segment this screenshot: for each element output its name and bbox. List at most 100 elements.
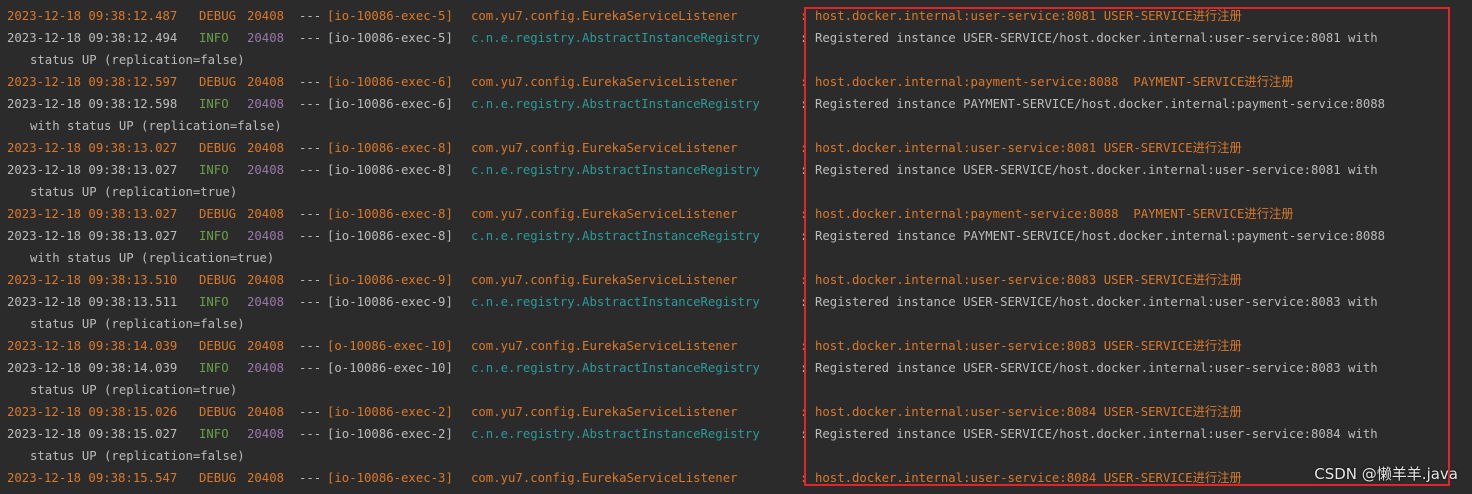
log-logger: com.yu7.config.EurekaServiceListener — [471, 207, 738, 221]
log-separator: --- — [299, 97, 322, 111]
log-separator: --- — [299, 273, 322, 287]
log-pid: 20408 — [247, 427, 285, 441]
log-colon: : — [800, 361, 808, 375]
log-message: host.docker.internal:user-service:8081 U… — [815, 9, 1242, 23]
log-timestamp: 2023-12-18 09:38:13.510 — [7, 273, 178, 287]
log-message: with status UP (replication=true) — [30, 251, 275, 265]
log-separator: --- — [299, 229, 322, 243]
log-message: host.docker.internal:user-service:8084 U… — [815, 405, 1242, 419]
log-separator: --- — [299, 471, 322, 485]
log-logger: c.n.e.registry.AbstractInstanceRegistry — [471, 229, 760, 243]
log-message: Registered instance USER-SERVICE/host.do… — [815, 163, 1378, 177]
log-separator: --- — [299, 427, 322, 441]
log-message: Registered instance USER-SERVICE/host.do… — [815, 295, 1378, 309]
log-separator: --- — [299, 339, 322, 353]
log-colon: : — [800, 207, 808, 221]
log-line-continuation: with status UP (replication=true) — [15, 247, 1472, 269]
console-output[interactable]: 2023-12-18 09:38:12.487 DEBUG 20408 --- [io-… — [0, 5, 1472, 494]
log-line-continuation: with status UP (replication=false) — [15, 115, 1472, 137]
log-pid: 20408 — [247, 31, 285, 45]
log-line-debug: 2023-12-18 09:38:13.510 DEBUG 20408 --- [io-… — [0, 269, 1472, 291]
log-logger: com.yu7.config.EurekaServiceListener — [471, 471, 738, 485]
log-thread: [io-10086-exec-2] — [327, 405, 453, 419]
log-thread: [o-10086-exec-10] — [327, 339, 453, 353]
log-colon: : — [800, 97, 808, 111]
log-separator: --- — [299, 75, 322, 89]
log-logger: com.yu7.config.EurekaServiceListener — [471, 9, 738, 23]
log-line-debug: 2023-12-18 09:38:13.027 DEBUG 20408 --- [io-… — [0, 137, 1472, 159]
watermark: CSDN @懒羊羊.java — [1314, 465, 1458, 483]
log-timestamp: 2023-12-18 09:38:14.039 — [7, 339, 178, 353]
log-logger: com.yu7.config.EurekaServiceListener — [471, 273, 738, 287]
log-message: status UP (replication=false) — [30, 317, 245, 331]
log-timestamp: 2023-12-18 09:38:12.487 — [7, 9, 178, 23]
log-message: host.docker.internal:payment-service:808… — [815, 75, 1294, 89]
log-message: host.docker.internal:payment-service:808… — [815, 207, 1294, 221]
log-message: host.docker.internal:user-service:8081 U… — [815, 141, 1242, 155]
log-level: DEBUG — [199, 207, 237, 221]
log-line-debug: 2023-12-18 09:38:15.547 DEBUG 20408 --- [io-… — [0, 467, 1472, 489]
log-level: INFO — [199, 229, 229, 243]
log-line-info: 2023-12-18 09:38:15.027 INFO 20408 --- [io-1… — [0, 423, 1472, 445]
log-level: DEBUG — [199, 339, 237, 353]
log-colon: : — [800, 405, 808, 419]
log-thread: [o-10086-exec-10] — [327, 361, 453, 375]
log-level: INFO — [199, 361, 229, 375]
log-timestamp: 2023-12-18 09:38:14.039 — [7, 361, 178, 375]
log-line-debug: 2023-12-18 09:38:12.487 DEBUG 20408 --- [io-… — [0, 5, 1472, 27]
log-line-info: 2023-12-18 09:38:14.039 INFO 20408 --- [o-10… — [0, 357, 1472, 379]
log-message: Registered instance USER-SERVICE/host.do… — [815, 31, 1378, 45]
log-level: INFO — [199, 295, 229, 309]
log-thread: [io-10086-exec-8] — [327, 229, 453, 243]
log-line-info: 2023-12-18 09:38:13.027 INFO 20408 --- [io-1… — [0, 225, 1472, 247]
log-message: host.docker.internal:user-service:8083 U… — [815, 339, 1242, 353]
log-message: status UP (replication=true) — [30, 383, 238, 397]
log-timestamp: 2023-12-18 09:38:15.026 — [7, 405, 178, 419]
log-line-debug: 2023-12-18 09:38:12.597 DEBUG 20408 --- [io-… — [0, 71, 1472, 93]
log-colon: : — [800, 339, 808, 353]
log-timestamp: 2023-12-18 09:38:12.494 — [7, 31, 178, 45]
log-message: Registered instance USER-SERVICE/host.do… — [815, 361, 1378, 375]
log-pid: 20408 — [247, 361, 285, 375]
log-line-info: 2023-12-18 09:38:13.027 INFO 20408 --- [io-1… — [0, 159, 1472, 181]
log-logger: c.n.e.registry.AbstractInstanceRegistry — [471, 361, 760, 375]
log-colon: : — [800, 31, 808, 45]
log-level: INFO — [199, 97, 229, 111]
log-logger: c.n.e.registry.AbstractInstanceRegistry — [471, 427, 760, 441]
log-line-continuation: status UP (replication=false) — [15, 313, 1472, 335]
log-level: INFO — [199, 427, 229, 441]
log-logger: com.yu7.config.EurekaServiceListener — [471, 339, 738, 353]
log-thread: [io-10086-exec-8] — [327, 207, 453, 221]
log-timestamp: 2023-12-18 09:38:13.027 — [7, 229, 178, 243]
log-message: status UP (replication=false) — [30, 449, 245, 463]
log-timestamp: 2023-12-18 09:38:13.027 — [7, 207, 178, 221]
log-pid: 20408 — [247, 471, 285, 485]
log-timestamp: 2023-12-18 09:38:15.547 — [7, 471, 178, 485]
log-separator: --- — [299, 9, 322, 23]
log-message: host.docker.internal:user-service:8084 U… — [815, 471, 1242, 485]
log-timestamp: 2023-12-18 09:38:13.511 — [7, 295, 178, 309]
log-line-continuation: status UP (replication=false) — [15, 445, 1472, 467]
log-message: host.docker.internal:user-service:8083 U… — [815, 273, 1242, 287]
log-colon: : — [800, 141, 808, 155]
log-colon: : — [800, 427, 808, 441]
log-separator: --- — [299, 361, 322, 375]
log-separator: --- — [299, 295, 322, 309]
log-message: status UP (replication=true) — [30, 185, 238, 199]
log-message: Registered instance USER-SERVICE/host.do… — [815, 427, 1378, 441]
log-level: DEBUG — [199, 471, 237, 485]
log-line-continuation: status UP (replication=true) — [15, 379, 1472, 401]
log-colon: : — [800, 163, 808, 177]
log-logger: c.n.e.registry.AbstractInstanceRegistry — [471, 97, 760, 111]
log-line-info: 2023-12-18 09:38:12.598 INFO 20408 --- [io-1… — [0, 93, 1472, 115]
log-thread: [io-10086-exec-6] — [327, 97, 453, 111]
log-level: INFO — [199, 31, 229, 45]
log-colon: : — [800, 471, 808, 485]
log-line-debug: 2023-12-18 09:38:14.039 DEBUG 20408 --- [o-1… — [0, 335, 1472, 357]
log-pid: 20408 — [247, 339, 285, 353]
log-thread: [io-10086-exec-9] — [327, 295, 453, 309]
log-logger: com.yu7.config.EurekaServiceListener — [471, 141, 738, 155]
log-line-debug: 2023-12-18 09:38:15.026 DEBUG 20408 --- [io-… — [0, 401, 1472, 423]
log-pid: 20408 — [247, 295, 285, 309]
log-message: Registered instance PAYMENT-SERVICE/host… — [815, 97, 1386, 111]
